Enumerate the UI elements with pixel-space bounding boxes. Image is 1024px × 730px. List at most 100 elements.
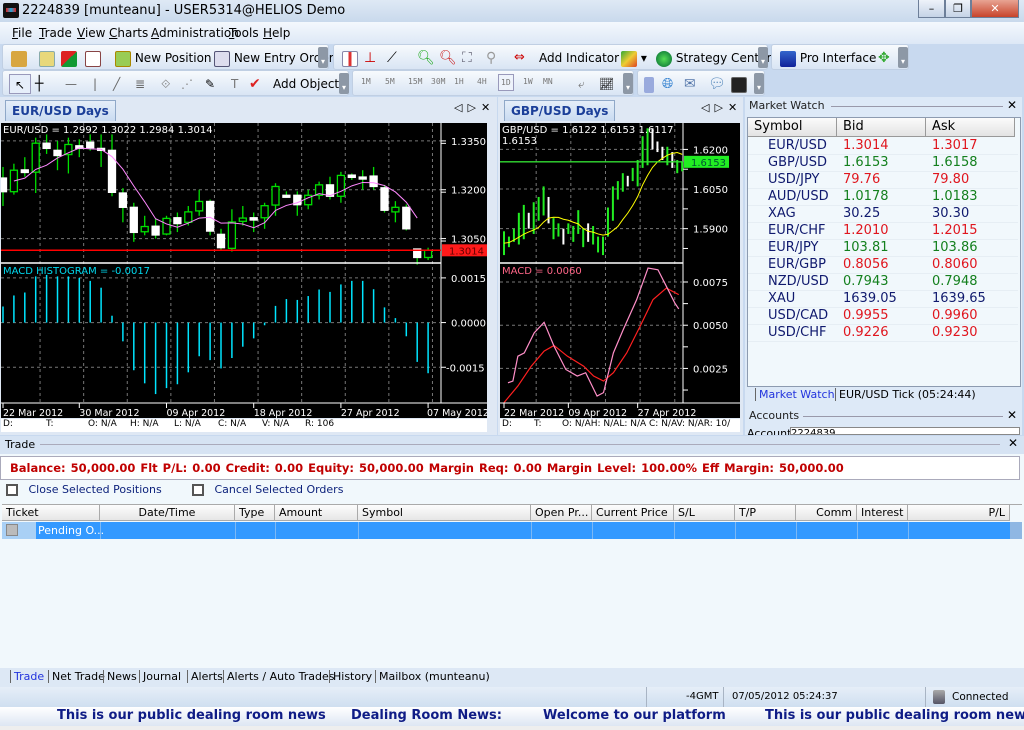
timeframe-1w[interactable]: 1W [523, 77, 533, 86]
column-header-p-l[interactable]: P/L [908, 505, 1010, 521]
tab-alerts[interactable]: Alerts [187, 670, 226, 683]
timeframe-5m[interactable]: 5M [385, 77, 395, 86]
toolbar-grip[interactable]: ▾ [623, 73, 633, 94]
close-chart-icon[interactable]: ✕ [481, 101, 495, 114]
tab-market-watch[interactable]: Market Watch [755, 388, 838, 401]
autoscale-icon[interactable]: 📈︎ [599, 74, 614, 94]
menu-tools[interactable]: Tools [229, 26, 259, 40]
scroll-right-icon[interactable]: ▷ [467, 101, 480, 114]
zoom-out-icon[interactable]: 🔍︎ [439, 48, 457, 68]
column-header-amount[interactable]: Amount [275, 505, 358, 521]
ticker-item[interactable]: Welcome to our platform [543, 708, 726, 723]
color-scheme-button[interactable]: ▾ [621, 48, 647, 68]
column-header-interest[interactable]: Interest [857, 505, 908, 521]
mail-icon[interactable]: ✉ [684, 74, 696, 94]
tab-news[interactable]: News [103, 670, 140, 683]
market-watch-row[interactable]: XAG 30.25 30.30 [748, 206, 1018, 223]
column-header-bid[interactable]: Bid [837, 118, 926, 137]
market-watch-row[interactable]: USD/CHF 0.9226 0.9230 [748, 325, 1018, 342]
market-watch-row[interactable]: NZD/USD 0.7943 0.7948 [748, 274, 1018, 291]
zoom-fit-icon[interactable]: ⛶ [462, 48, 472, 68]
login-keys-icon[interactable] [11, 48, 27, 68]
timeframe-30m[interactable]: 30M [431, 77, 445, 86]
column-header-symbol[interactable]: Symbol [358, 505, 531, 521]
market-watch-row[interactable]: XAU 1639.05 1639.65 [748, 291, 1018, 308]
chat-bubble-icon[interactable]: 💬︎ [708, 74, 726, 94]
account-field[interactable]: 2224839 [790, 427, 1020, 435]
text-tool-icon[interactable]: T [231, 74, 238, 94]
pencil-tool-icon[interactable]: ✎ [205, 74, 215, 94]
timeframe-15m[interactable]: 15M [408, 77, 422, 86]
toolbar-grip[interactable]: ▾ [754, 73, 764, 94]
market-watch-row[interactable]: USD/CAD 0.9955 0.9960 [748, 308, 1018, 325]
tab-history[interactable]: History [329, 670, 375, 683]
tab-mailbox-munteanu[interactable]: Mailbox (munteanu) [375, 670, 493, 683]
chart-tab-eurusd[interactable]: EUR/USD Days [5, 100, 116, 121]
close-chart-icon[interactable]: ✕ [728, 101, 742, 114]
chart-tab-gbpusd[interactable]: GBP/USD Days [504, 100, 616, 121]
tab-journal[interactable]: Journal [139, 670, 184, 683]
row-checkbox[interactable] [6, 524, 18, 536]
column-header-current-price[interactable]: Current Price [592, 505, 674, 521]
tab-trade[interactable]: Trade [10, 670, 47, 683]
timeframe-1h[interactable]: 1H [454, 77, 464, 86]
timeframe-1m[interactable]: 1M [361, 77, 371, 86]
monitor-pulse-icon[interactable] [731, 74, 747, 94]
menu-charts[interactable]: Charts [109, 26, 148, 40]
cancel-selected-orders[interactable]: Cancel Selected Orders [192, 483, 343, 496]
column-header-date-time[interactable]: Date/Time [100, 505, 235, 521]
column-header-s-l[interactable]: S/L [674, 505, 735, 521]
ticker-item[interactable]: This is our public dealing room news [57, 708, 326, 723]
line-chart-icon[interactable]: ⟋ [387, 48, 397, 68]
close-market-watch-icon[interactable]: ✕ [1007, 98, 1017, 112]
menu-view[interactable]: View [77, 26, 105, 40]
pointer-tool-icon[interactable]: ↖ [9, 74, 31, 94]
maximize-button[interactable]: ❐ [945, 0, 971, 18]
pro-interface-button[interactable]: Pro Interface [780, 48, 876, 68]
close-trade-icon[interactable]: ✕ [1008, 436, 1018, 450]
close-button[interactable]: ✕ [971, 0, 1019, 18]
cancel-selected-checkbox[interactable] [192, 484, 204, 496]
chart-scroll-icon[interactable]: ⤶ [578, 74, 585, 94]
new-position-button[interactable]: New Position [115, 48, 212, 68]
menu-trade[interactable]: Trade [39, 26, 72, 40]
toolbar-grip[interactable]: ▾ [898, 47, 908, 68]
gbpusd-chart[interactable]: 1.62001.60501.59001.6153GBP/USD = 1.6122… [500, 123, 740, 418]
chart-nav-buttons[interactable]: ◁▷✕ [454, 101, 495, 114]
ticker-item[interactable]: Dealing Room News: [351, 708, 502, 723]
column-header-type[interactable]: Type [235, 505, 275, 521]
market-watch-row[interactable]: USD/JPY 79.76 79.80 [748, 172, 1018, 189]
tab-alerts-auto-trades[interactable]: Alerts / Auto Trades [223, 670, 338, 683]
menu-file[interactable]: File [12, 26, 32, 40]
toolbar-grip[interactable]: ▾ [318, 47, 328, 68]
buy-sell-arrows-icon[interactable] [61, 48, 77, 68]
toolbar-grip[interactable]: ▾ [758, 47, 768, 68]
chart-window-icon[interactable] [85, 48, 101, 68]
add-object-button[interactable]: Add Object ▾ [273, 74, 349, 94]
menu-administration[interactable]: Administration [151, 26, 239, 40]
scrollbar[interactable] [1010, 522, 1022, 539]
eurusd-chart[interactable]: 1.3350 1.3200 1.30501.3014 EUR/USD = 1.2992… [1, 123, 487, 418]
menu-help[interactable]: Help [263, 26, 290, 40]
fullscreen-arrows-icon[interactable]: ✥ [878, 48, 890, 68]
trend-line-tool-icon[interactable]: ╱ [113, 74, 120, 94]
zoom-reset-icon[interactable]: ⚲ [486, 48, 496, 68]
bar-chart-icon[interactable]: ⊥ [364, 48, 376, 68]
market-watch-row[interactable]: EUR/GBP 0.8056 0.8060 [748, 257, 1018, 274]
column-header-symbol[interactable]: Symbol [748, 118, 837, 137]
add-indicator-button[interactable]: Add Indicator ▾ [539, 48, 629, 68]
zoom-in-icon[interactable]: 🔍︎ [417, 48, 435, 68]
candlestick-chart-icon[interactable] [342, 48, 358, 68]
timeframe-mn[interactable]: MN [543, 77, 553, 86]
fan-tool-icon[interactable]: ⋰ [181, 74, 193, 94]
scroll-left-icon[interactable]: ◁ [454, 101, 467, 114]
horizontal-line-tool-icon[interactable]: — [65, 74, 77, 94]
column-header-t-p[interactable]: T/P [735, 505, 796, 521]
timeframe-4h[interactable]: 4H [477, 77, 487, 86]
column-header-ticket[interactable]: Ticket [2, 505, 100, 521]
channel-tool-icon[interactable]: ≣ [135, 74, 145, 94]
market-watch-row[interactable]: AUD/USD 1.0178 1.0183 [748, 189, 1018, 206]
scroll-left-icon[interactable]: ◁ [701, 101, 714, 114]
notepad-icon[interactable] [644, 74, 654, 94]
globe-icon[interactable]: 🌐︎ [662, 74, 673, 94]
